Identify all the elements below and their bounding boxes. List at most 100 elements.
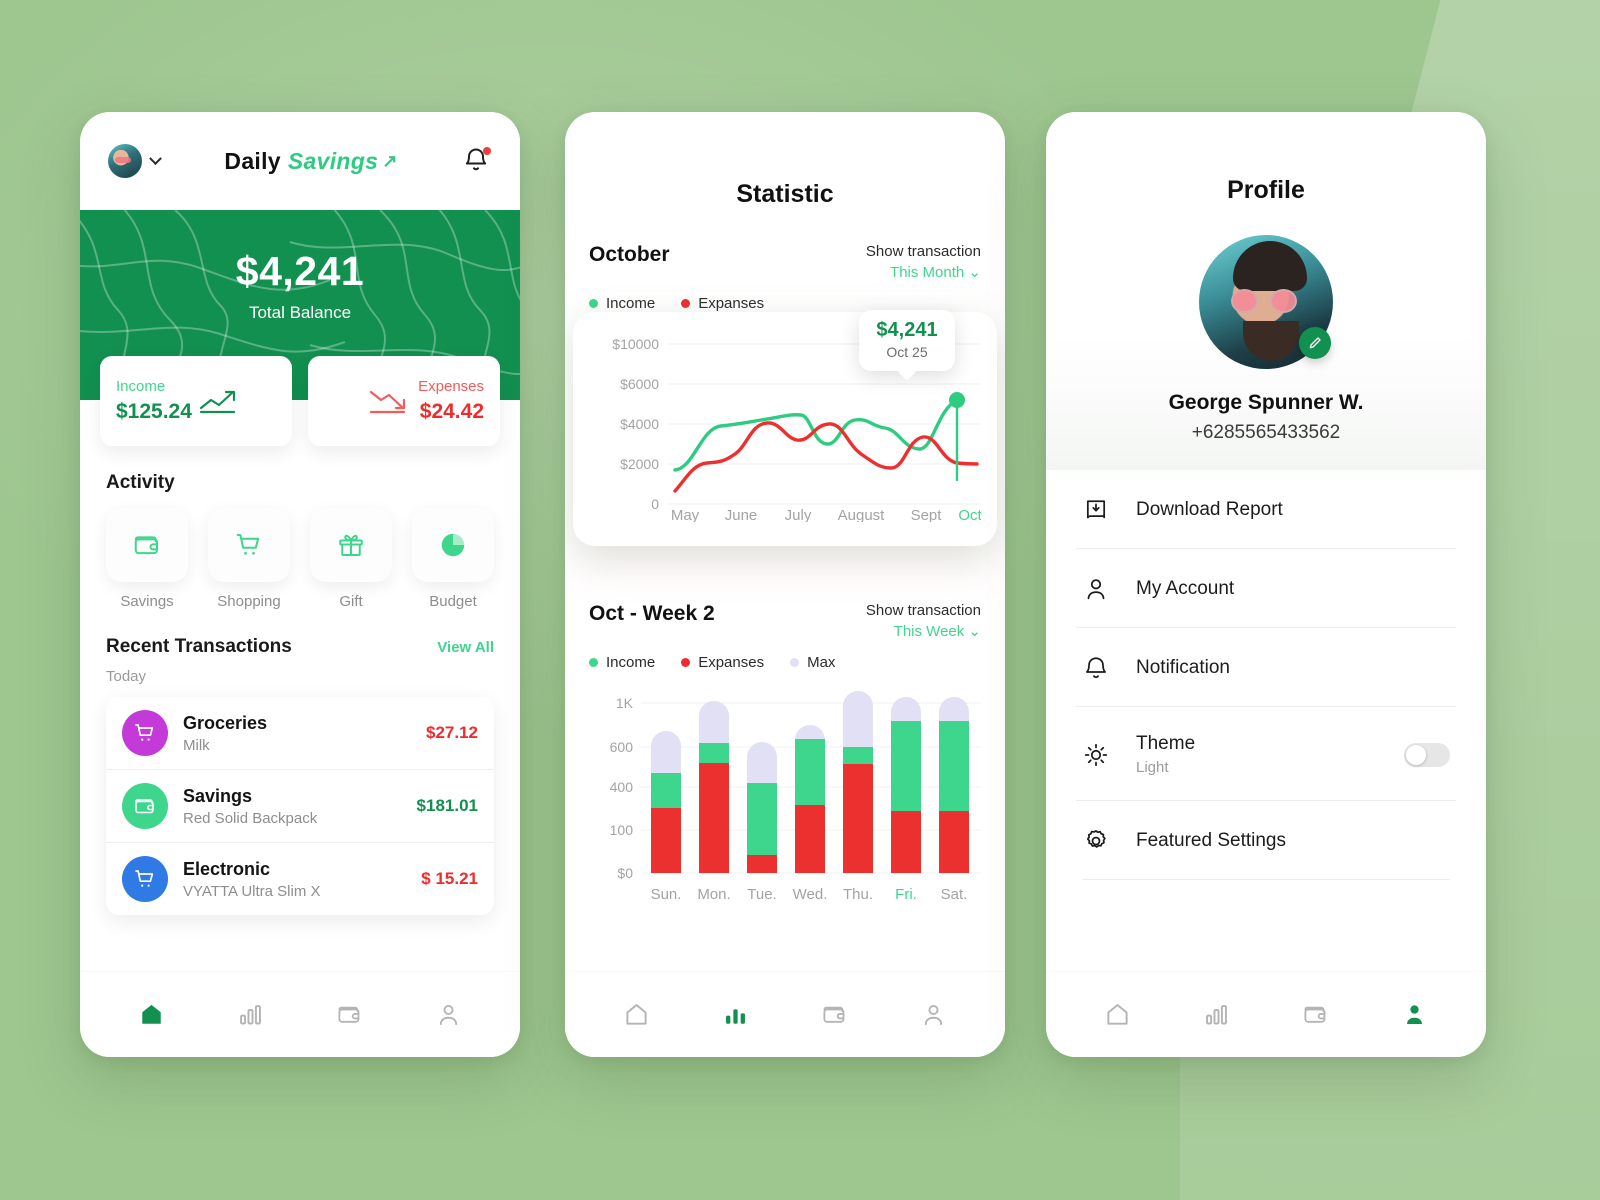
nav-profile[interactable] <box>906 993 962 1037</box>
menu-item-theme[interactable]: Theme Light <box>1076 706 1456 800</box>
avatar[interactable] <box>108 144 142 178</box>
activity-tile[interactable] <box>412 508 494 582</box>
statistic-screen: Statistic October Show transaction This … <box>565 112 1005 1057</box>
avatar-lens-left <box>1231 289 1258 313</box>
profile-hero: Profile George Spunner W. +6285565433562 <box>1046 112 1486 470</box>
download-report-icon <box>1086 500 1106 519</box>
week-bar-section: Oct - Week 2 Show transaction This Week … <box>589 602 981 915</box>
svg-text:Mon.: Mon. <box>697 886 730 903</box>
period-selector-month[interactable]: This Month ⌄ <box>866 263 981 281</box>
activity-tile[interactable] <box>310 508 392 582</box>
activity-item-savings[interactable]: Savings <box>106 508 188 610</box>
svg-text:$0: $0 <box>617 865 633 881</box>
theme-toggle[interactable] <box>1404 742 1450 767</box>
activity-tile[interactable] <box>208 508 290 582</box>
bar-chart-title: Oct - Week 2 <box>589 602 715 625</box>
profile-name: George Spunner W. <box>1168 391 1364 414</box>
tooltip-value: $4,241 <box>876 319 938 341</box>
transactions-list: Groceries Milk $27.12 Savings Red Solid … <box>106 697 494 915</box>
nav-home[interactable] <box>609 993 665 1037</box>
activity-title: Activity <box>106 472 175 493</box>
transaction-sub: Milk <box>183 736 210 754</box>
income-label: Income <box>116 378 166 395</box>
menu-item-download-report[interactable]: Download Report <box>1076 470 1456 548</box>
profile-switcher[interactable] <box>108 144 162 178</box>
show-transaction-label: Show transaction <box>865 243 981 260</box>
home-icon <box>626 1004 647 1025</box>
nav-profile[interactable] <box>1387 993 1443 1037</box>
transaction-amount: $27.12 <box>426 723 478 742</box>
wallet-icon <box>1304 1006 1326 1023</box>
nav-wallet[interactable] <box>1288 993 1344 1037</box>
page-title: Daily Savings ↗ <box>224 148 397 175</box>
menu-sublabel: Light <box>1136 759 1169 776</box>
nav-profile[interactable] <box>421 993 477 1037</box>
nav-home[interactable] <box>124 993 180 1037</box>
edit-avatar-button[interactable] <box>1299 327 1331 359</box>
svg-text:Tue.: Tue. <box>747 886 776 903</box>
person-icon <box>1407 1005 1422 1024</box>
wallet-icon <box>823 1006 845 1023</box>
bottom-navigation <box>80 971 520 1057</box>
nav-home[interactable] <box>1090 993 1146 1037</box>
income-card[interactable]: Income $125.24 <box>100 356 292 446</box>
income-expense-row: Income $125.24 Expenses $24.42 <box>80 356 520 446</box>
app-title-bold: Daily <box>224 147 281 174</box>
table-row[interactable]: Electronic VYATTA Ultra Slim X $ 15.21 <box>106 842 494 915</box>
activity-label: Gift <box>339 593 363 610</box>
activity-item-budget[interactable]: Budget <box>412 508 494 610</box>
avatar-sunglasses <box>1231 289 1297 313</box>
svg-text:Wed.: Wed. <box>793 886 828 903</box>
income-trend-up-icon <box>199 390 236 414</box>
avatar-wrapper <box>1199 235 1333 369</box>
activity-item-gift[interactable]: Gift <box>310 508 392 610</box>
nav-statistics[interactable] <box>1189 993 1245 1037</box>
nav-statistics[interactable] <box>708 993 764 1037</box>
home-icon <box>142 1004 161 1024</box>
menu-item-my-account[interactable]: My Account <box>1076 548 1456 627</box>
svg-text:July: July <box>785 507 812 522</box>
bottom-navigation <box>565 971 1005 1057</box>
expenses-label: Expenses <box>418 378 484 395</box>
expenses-value: $24.42 <box>419 400 484 423</box>
show-transaction-label: Show transaction <box>865 602 981 619</box>
menu-item-featured-settings[interactable]: Featured Settings <box>1076 800 1456 879</box>
svg-text:400: 400 <box>610 779 634 795</box>
gift-icon <box>339 534 363 556</box>
nav-wallet[interactable] <box>322 993 378 1037</box>
person-icon <box>924 1004 943 1026</box>
nav-wallet[interactable] <box>807 993 863 1037</box>
menu-item-notification[interactable]: Notification <box>1076 627 1456 706</box>
svg-text:600: 600 <box>610 739 634 755</box>
bar-chart-legend: Income Expanses Max <box>589 654 981 671</box>
view-all-link[interactable]: View All <box>437 639 494 656</box>
activity-item-shopping[interactable]: Shopping <box>208 508 290 610</box>
legend-label: Income <box>606 295 656 312</box>
legend-label: Expanses <box>698 654 765 671</box>
legend-dot <box>589 658 598 667</box>
profile-menu: Download Report My Account Notification <box>1046 470 1486 879</box>
app-title-italic: Savings <box>287 147 379 174</box>
trend-arrow-icon: ↗ <box>382 150 398 171</box>
legend-item-income: Income <box>589 295 655 312</box>
bar-chart-icon <box>726 1009 745 1024</box>
menu-label: Notification <box>1136 657 1230 678</box>
home-icon <box>1107 1004 1128 1025</box>
chevron-down-icon: ⌄ <box>968 264 981 281</box>
notification-bell-button[interactable] <box>462 146 492 176</box>
total-balance-amount: $4,241 <box>235 248 365 294</box>
cart-icon <box>135 870 154 887</box>
legend-dot <box>681 299 691 308</box>
svg-text:May: May <box>671 507 700 522</box>
expenses-card[interactable]: Expenses $24.42 <box>308 356 500 446</box>
table-row[interactable]: Groceries Milk $27.12 <box>106 697 494 769</box>
chevron-down-icon[interactable] <box>149 151 162 165</box>
period-selector-week[interactable]: This Week ⌄ <box>866 622 981 640</box>
bar-chart-icon <box>1206 1005 1227 1025</box>
nav-statistics[interactable] <box>223 993 279 1037</box>
activity-tile[interactable] <box>106 508 188 582</box>
line-chart-tooltip: $4,241 Oct 25 <box>859 310 955 371</box>
wallet-icon <box>134 536 158 555</box>
table-row[interactable]: Savings Red Solid Backpack $181.01 <box>106 769 494 842</box>
page-title: Statistic <box>736 180 834 208</box>
